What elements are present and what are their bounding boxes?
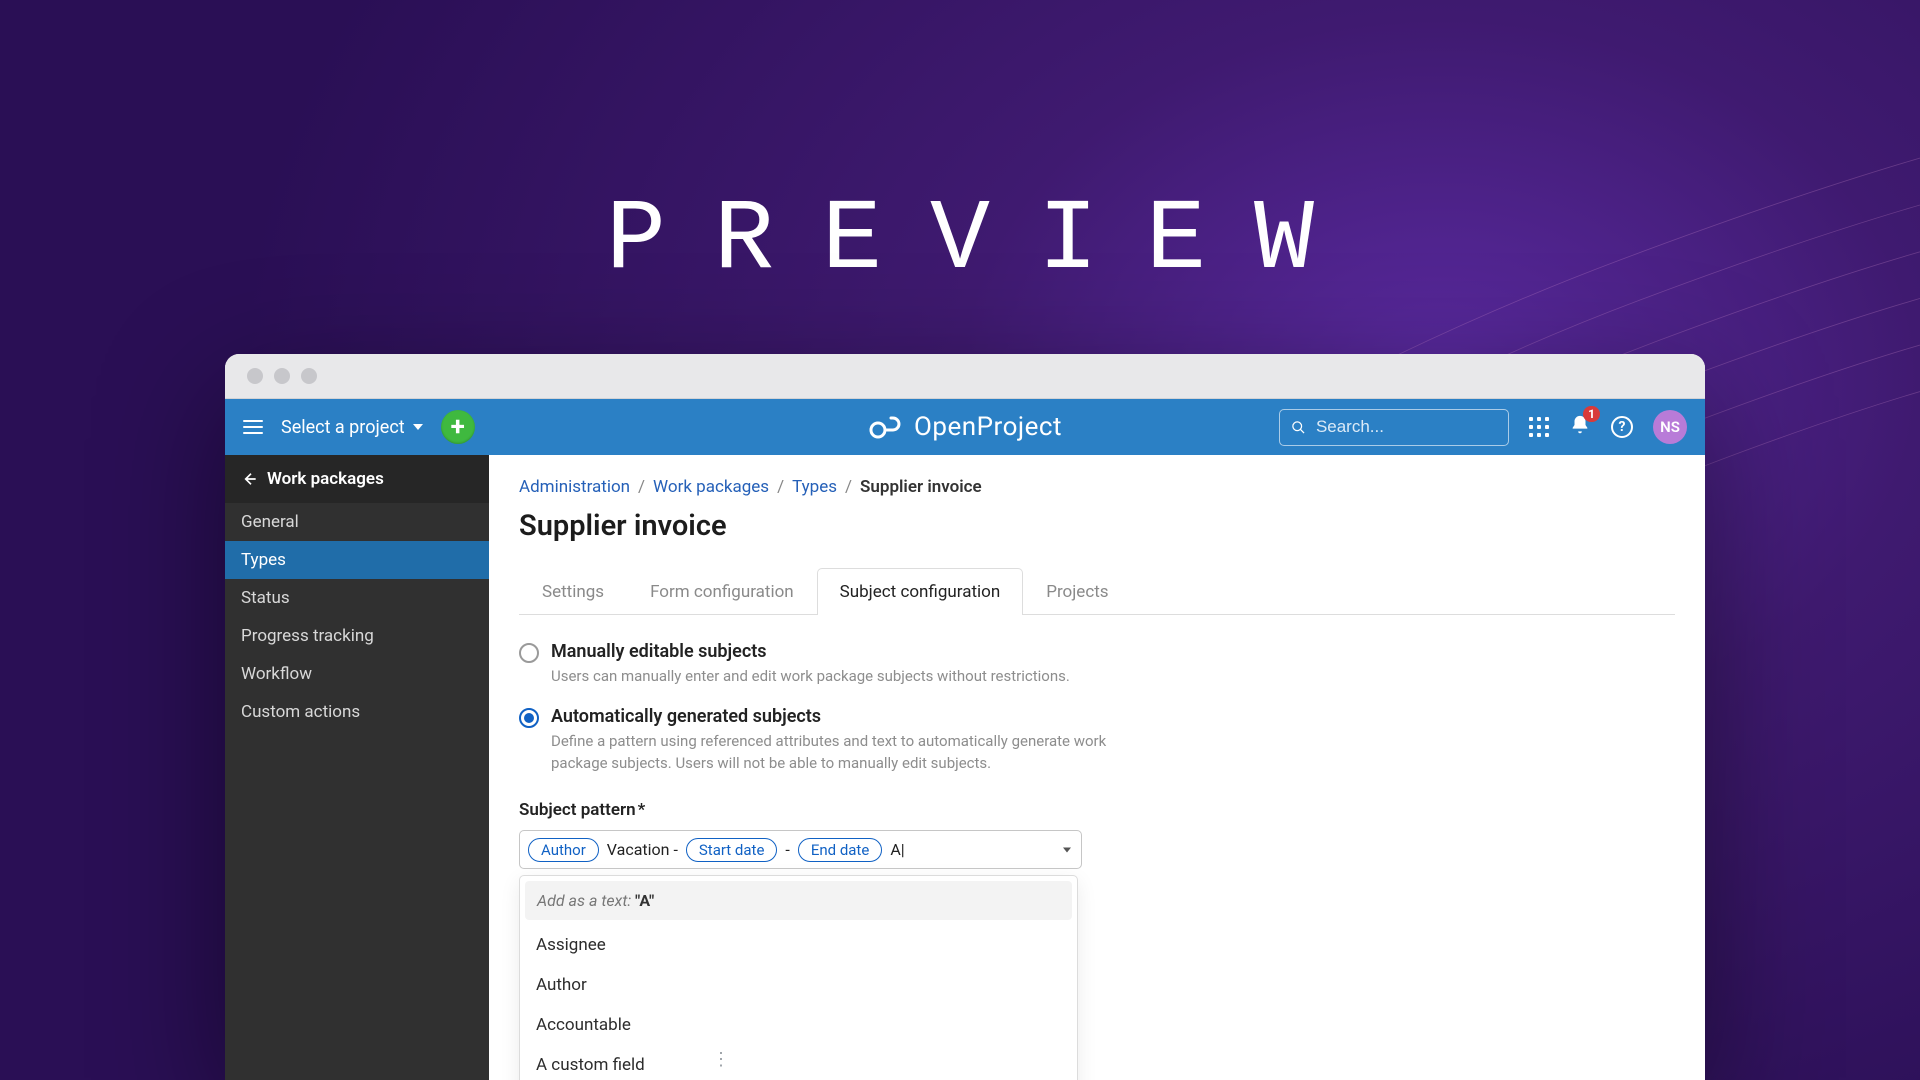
breadcrumb-link[interactable]: Work packages: [653, 477, 769, 497]
dropdown-item[interactable]: Author: [520, 965, 1077, 1005]
search-box[interactable]: [1279, 409, 1509, 446]
pattern-text: Vacation -: [607, 840, 678, 859]
search-icon: [1291, 419, 1306, 436]
option-auto[interactable]: Automatically generated subjects Define …: [519, 706, 1139, 775]
main-content: Administration / Work packages / Types /…: [489, 455, 1705, 1080]
option-auto-desc: Define a pattern using referenced attrib…: [551, 731, 1139, 775]
chip-start-date[interactable]: Start date: [686, 838, 778, 862]
project-selector[interactable]: Select a project: [281, 417, 423, 438]
sidebar-item-types[interactable]: Types: [225, 541, 489, 579]
project-selector-label: Select a project: [281, 417, 405, 438]
avatar[interactable]: NS: [1653, 410, 1687, 444]
window-titlebar: [225, 354, 1705, 399]
plus-icon: +: [451, 414, 465, 440]
brand-icon: [868, 413, 904, 441]
sidebar-item-progress-tracking[interactable]: Progress tracking: [225, 617, 489, 655]
sidebar-item-workflow[interactable]: Workflow: [225, 655, 489, 693]
tab-projects[interactable]: Projects: [1023, 568, 1131, 615]
brand-text: OpenProject: [914, 412, 1062, 442]
radio-auto[interactable]: [519, 708, 539, 728]
avatar-initials: NS: [1660, 418, 1680, 436]
search-input[interactable]: [1316, 417, 1497, 437]
radio-manual[interactable]: [519, 643, 539, 663]
breadcrumb-link[interactable]: Administration: [519, 477, 630, 497]
breadcrumb: Administration / Work packages / Types /…: [519, 477, 1675, 497]
traffic-light-close[interactable]: [247, 368, 263, 384]
pattern-input[interactable]: Author Vacation - Start date - End date …: [519, 830, 1082, 869]
chevron-down-icon: [413, 424, 423, 430]
apps-icon[interactable]: [1529, 417, 1549, 437]
chip-author[interactable]: Author: [528, 838, 599, 862]
option-manual-desc: Users can manually enter and edit work p…: [551, 666, 1070, 688]
sidebar-item-label: Types: [241, 550, 286, 570]
dropdown-item[interactable]: Assignee: [520, 925, 1077, 965]
sidebar: Work packages General Types Status Progr…: [225, 455, 489, 1080]
dropdown-item[interactable]: A custom field: [520, 1045, 1077, 1080]
dropdown-add-as-text[interactable]: Add as a text: "A": [525, 881, 1072, 920]
overlay-title: PREVIEW: [0, 185, 1920, 298]
sidebar-back-label: Work packages: [267, 469, 384, 489]
sidebar-item-label: Status: [241, 588, 290, 608]
chevron-down-icon[interactable]: [1063, 847, 1071, 852]
sidebar-item-label: Progress tracking: [241, 626, 374, 646]
notifications-button[interactable]: 1: [1569, 414, 1591, 440]
help-icon[interactable]: ?: [1611, 416, 1633, 438]
tabs: Settings Form configuration Subject conf…: [519, 567, 1675, 615]
sidebar-item-status[interactable]: Status: [225, 579, 489, 617]
traffic-light-minimize[interactable]: [274, 368, 290, 384]
pattern-typed: A|: [890, 840, 904, 859]
notification-badge: 1: [1583, 406, 1600, 422]
chip-end-date[interactable]: End date: [798, 838, 882, 862]
pattern-label: Subject pattern*: [519, 800, 1675, 820]
tab-settings[interactable]: Settings: [519, 568, 627, 615]
pattern-dash: -: [785, 840, 789, 859]
tab-subject-configuration[interactable]: Subject configuration: [817, 568, 1024, 615]
autocomplete-dropdown: Add as a text: "A" Assignee Author Accou…: [519, 875, 1078, 1080]
sidebar-item-label: Custom actions: [241, 702, 360, 722]
sidebar-item-general[interactable]: General: [225, 503, 489, 541]
dropdown-item[interactable]: Accountable: [520, 1005, 1077, 1045]
resize-handle-icon[interactable]: ⋮: [712, 1049, 730, 1070]
page-title: Supplier invoice: [519, 509, 1675, 543]
breadcrumb-link[interactable]: Types: [792, 477, 837, 497]
sidebar-item-custom-actions[interactable]: Custom actions: [225, 693, 489, 731]
app-topbar: Select a project + OpenProject: [225, 399, 1705, 455]
sidebar-back[interactable]: Work packages: [225, 455, 489, 503]
add-button[interactable]: +: [441, 410, 475, 444]
app-window: Select a project + OpenProject: [225, 354, 1705, 1080]
breadcrumb-current: Supplier invoice: [860, 477, 982, 497]
option-auto-title: Automatically generated subjects: [551, 706, 1139, 727]
sidebar-item-label: Workflow: [241, 664, 312, 684]
option-manual-title: Manually editable subjects: [551, 641, 1070, 662]
tab-form-configuration[interactable]: Form configuration: [627, 568, 817, 615]
menu-icon[interactable]: [243, 420, 263, 434]
sidebar-item-label: General: [241, 512, 299, 532]
arrow-left-icon: [241, 471, 257, 487]
brand: OpenProject: [868, 412, 1062, 442]
option-manual[interactable]: Manually editable subjects Users can man…: [519, 641, 1139, 688]
traffic-light-zoom[interactable]: [301, 368, 317, 384]
